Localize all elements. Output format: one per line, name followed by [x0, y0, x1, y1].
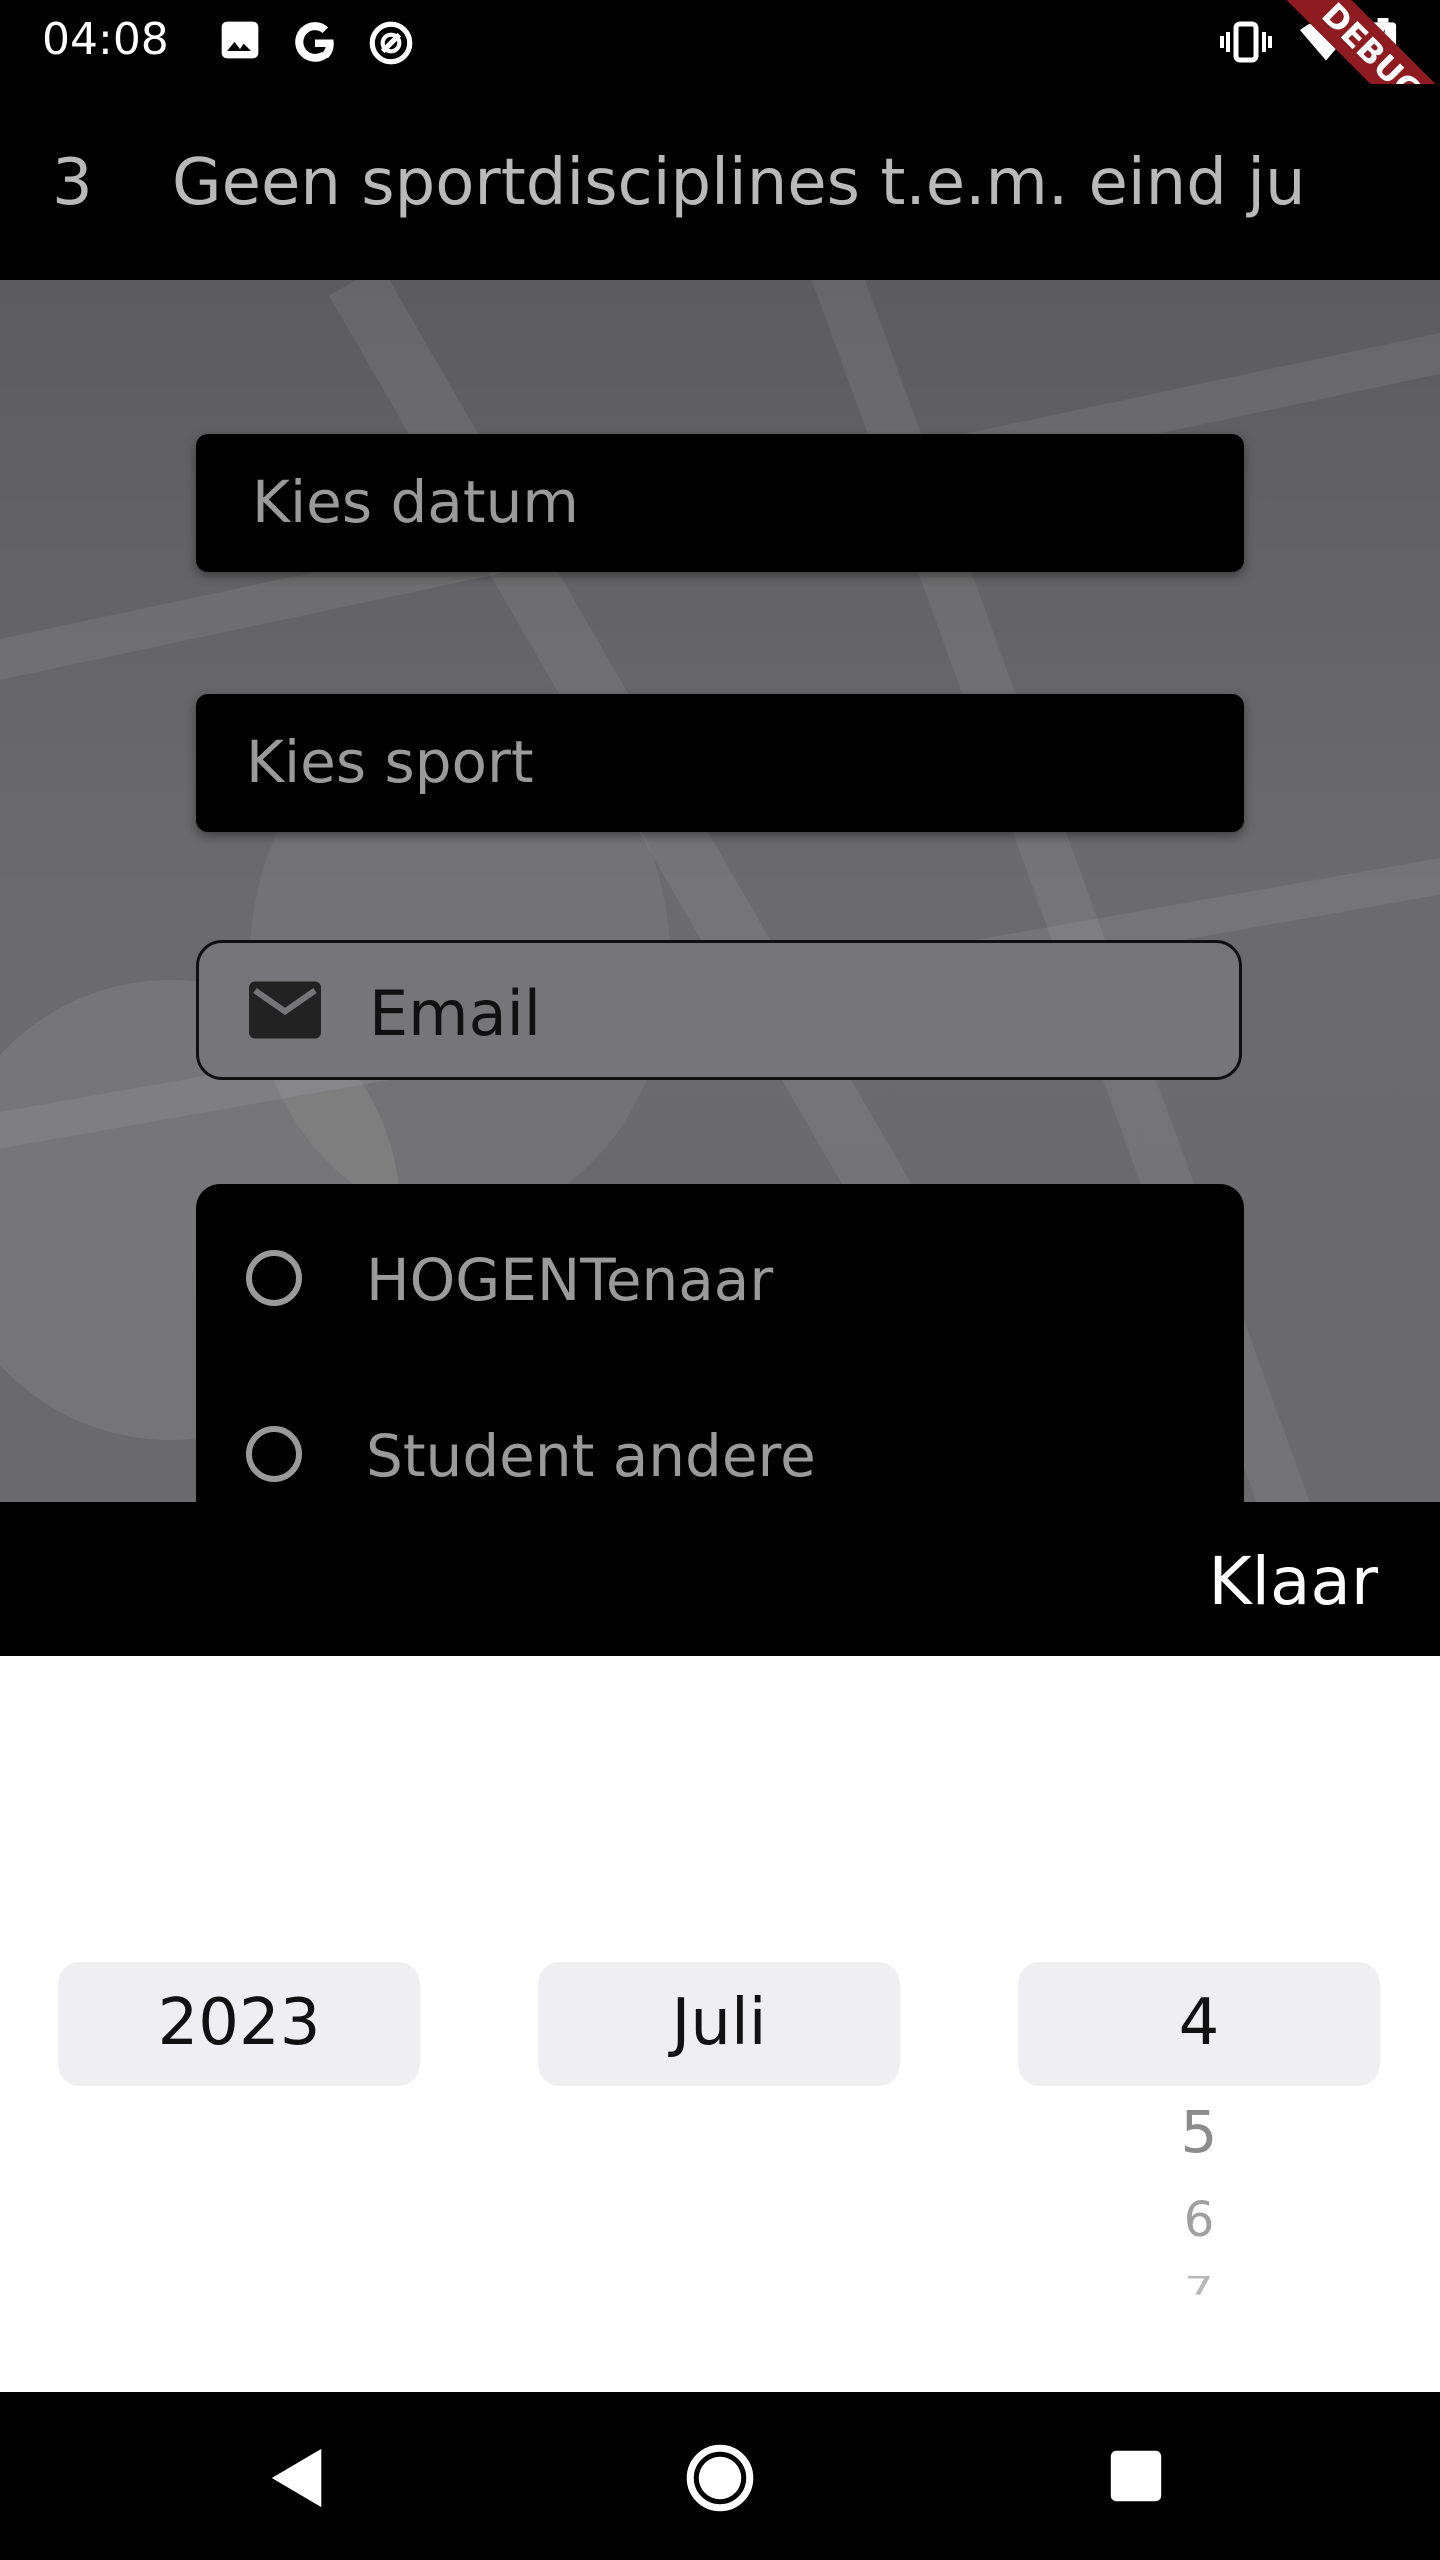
date-picker[interactable]: 2023 Juli 4 5 6 7	[0, 1656, 1440, 2392]
done-button[interactable]: Klaar	[1202, 1542, 1384, 1621]
sync-circle-icon	[366, 18, 416, 72]
date-field-label: Kies datum	[252, 468, 579, 536]
day-option[interactable]: 7	[1018, 2269, 1380, 2294]
notification-count: 3	[52, 146, 93, 220]
user-type-radio-group: HOGENTenaar Student andere	[196, 1184, 1244, 1544]
radio-button[interactable]	[246, 1250, 302, 1306]
image-notification-icon	[218, 18, 262, 66]
vibrate-icon	[1220, 18, 1272, 70]
date-field[interactable]: Kies datum	[196, 434, 1244, 572]
back-icon[interactable]	[268, 2446, 328, 2514]
radio-option-hogentenaar[interactable]: HOGENTenaar	[246, 1238, 1146, 1328]
sport-field[interactable]: Kies sport	[196, 694, 1244, 832]
year-wheel[interactable]: 2023	[58, 1986, 420, 2060]
mail-icon	[249, 981, 321, 1043]
email-label: Email	[369, 977, 542, 1050]
recents-icon[interactable]	[1108, 2448, 1164, 2508]
status-time: 04:08	[42, 14, 169, 65]
status-bar: 04:08 DEBUG	[0, 0, 1440, 162]
day-option[interactable]: 5	[1018, 2098, 1380, 2166]
app-bar: 3 Geen sportdisciplines t.e.m. eind ju	[0, 84, 1440, 280]
radio-option-student-andere[interactable]: Student andere	[246, 1414, 1146, 1504]
month-wheel[interactable]: Juli	[538, 1986, 900, 2060]
sport-field-label: Kies sport	[246, 728, 534, 796]
marquee-title: Geen sportdisciplines t.e.m. eind ju	[172, 146, 1306, 220]
google-icon	[290, 18, 340, 72]
radio-label: HOGENTenaar	[366, 1246, 774, 1314]
radio-label: Student andere	[366, 1422, 816, 1490]
email-field[interactable]: Email	[196, 940, 1242, 1080]
picker-toolbar: Klaar	[0, 1502, 1440, 1656]
home-icon[interactable]	[686, 2444, 754, 2516]
radio-button[interactable]	[246, 1426, 302, 1482]
day-option[interactable]: 6	[1018, 2192, 1380, 2248]
system-nav-bar	[0, 2392, 1440, 2560]
day-wheel[interactable]: 4	[1018, 1986, 1380, 2060]
